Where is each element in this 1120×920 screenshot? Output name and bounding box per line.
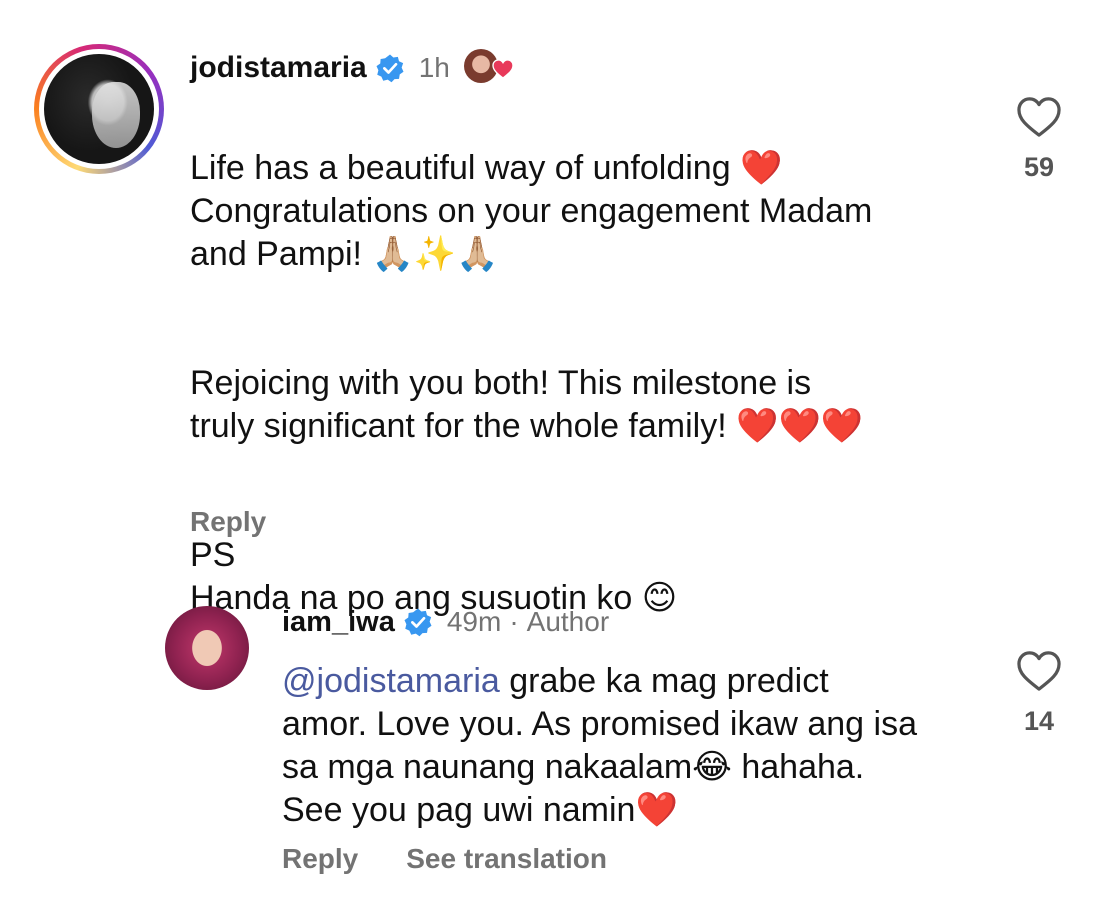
- comment-like-control: 59: [1009, 96, 1069, 183]
- reply-like-control: 14: [1009, 650, 1069, 737]
- reply-header: iam_iwa 49m · Author: [282, 600, 609, 644]
- comments-screen: jodistamaria 1h Life has a beautiful way…: [0, 0, 1120, 920]
- like-count: 59: [1023, 152, 1055, 182]
- verified-badge-icon: [376, 54, 404, 83]
- author-badge: Author: [526, 606, 610, 637]
- comment-header: jodistamaria 1h: [190, 46, 514, 90]
- reply-button[interactable]: Reply: [282, 843, 358, 875]
- heart-outline-icon[interactable]: [1016, 650, 1062, 692]
- reply-avatar[interactable]: [165, 606, 249, 690]
- reply-text: @jodistamaria grabe ka mag predict amor.…: [282, 660, 922, 832]
- see-translation-button[interactable]: See translation: [406, 843, 607, 875]
- comment-item: jodistamaria 1h Life has a beautiful way…: [0, 0, 1120, 617]
- reply-username[interactable]: iam_iwa: [282, 606, 395, 639]
- comment-paragraph: Life has a beautiful way of unfolding ❤️…: [190, 149, 873, 273]
- mention-link[interactable]: @jodistamaria: [282, 662, 500, 700]
- commenter-avatar[interactable]: [34, 44, 164, 174]
- comment-paragraph: Rejoicing with you both! This milestone …: [190, 364, 864, 445]
- reply-actions: Reply See translation: [282, 843, 607, 875]
- verified-badge-icon: [404, 608, 432, 637]
- comment-text: Life has a beautiful way of unfolding ❤️…: [190, 104, 970, 663]
- separator-dot: ·: [509, 606, 519, 637]
- reply-timestamp: 49m: [446, 606, 502, 637]
- reply-button[interactable]: Reply: [190, 506, 266, 538]
- heart-outline-icon[interactable]: [1016, 96, 1062, 138]
- mini-heart-icon: [492, 59, 514, 79]
- comment-timestamp: 1h: [418, 52, 450, 83]
- like-count: 14: [1023, 706, 1055, 736]
- creator-liked-indicator: [463, 49, 514, 87]
- comment-username[interactable]: jodistamaria: [190, 51, 367, 85]
